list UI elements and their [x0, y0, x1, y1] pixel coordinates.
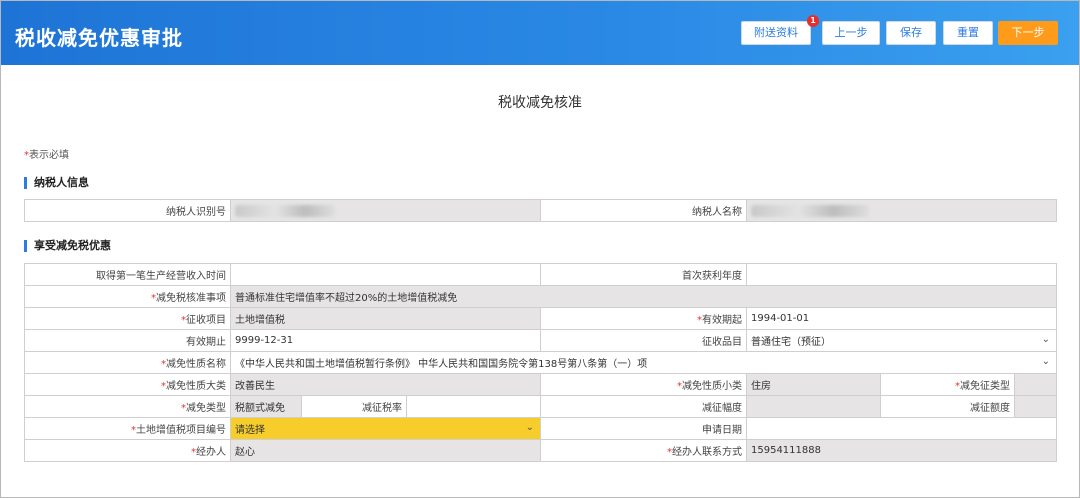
reduced-rate-field[interactable]	[406, 395, 541, 418]
chevron-down-icon: ⌄	[1041, 356, 1050, 367]
section-tax-benefit: 享受减免税优惠	[24, 240, 111, 252]
nature-minor-label: *减免性质小类	[540, 373, 747, 396]
taxpayer-name-label: 纳税人名称	[540, 199, 747, 222]
reduction-amount-label: 减征额度	[880, 395, 1015, 418]
nature-name-select[interactable]: 《中华人民共和国土地增值税暂行条例》 中华人民共和国国务院令第138号第八条第（…	[230, 351, 1057, 374]
next-step-button[interactable]: 下一步	[998, 21, 1058, 45]
reduction-range-field	[746, 395, 881, 418]
approval-item-field: 普通标准住宅增值率不超过20%的土地增值税减免	[230, 285, 1057, 308]
agent-field: 赵心	[230, 439, 541, 462]
reduction-type-field: 税额式减免	[230, 395, 302, 418]
reset-button[interactable]: 重置	[943, 21, 993, 45]
valid-to-field[interactable]: 9999-12-31	[230, 329, 541, 352]
valid-from-label: *有效期起	[540, 307, 747, 330]
taxpayer-table: 纳税人识别号 纳税人名称	[24, 199, 1057, 222]
levy-category-label: 征收品目	[540, 329, 747, 352]
attach-button[interactable]: 附送资料	[741, 21, 811, 45]
taxpayer-name-field	[746, 199, 1057, 222]
project-no-label: *土地增值税项目编号	[24, 417, 231, 440]
first-income-time-field[interactable]	[230, 263, 541, 286]
reduction-range-label: 减征幅度	[540, 395, 747, 418]
reduction-type-label: *减免类型	[24, 395, 231, 418]
agent-phone-label: *经办人联系方式	[540, 439, 747, 462]
levy-item-label: *征收项目	[24, 307, 231, 330]
benefit-table: 取得第一笔生产经营收入时间 首次获利年度 *减免税核准事项 普通标准住宅增值率不…	[24, 263, 1057, 462]
attach-count-badge: 1	[807, 15, 819, 27]
page-title: 税收减免核准	[498, 95, 582, 111]
valid-from-field[interactable]: 1994-01-01	[746, 307, 1057, 330]
taxpayer-id-label: 纳税人识别号	[24, 199, 231, 222]
levy-reduction-type-label: *减免征类型	[880, 373, 1015, 396]
save-button[interactable]: 保存	[886, 21, 936, 45]
nature-major-label: *减免性质大类	[24, 373, 231, 396]
nature-major-field: 改善民生	[230, 373, 541, 396]
apply-date-field[interactable]	[746, 417, 1057, 440]
apply-date-label: 申请日期	[540, 417, 747, 440]
reduction-amount-field	[1014, 395, 1057, 418]
required-note: *表示必填	[24, 150, 69, 161]
agent-label: *经办人	[24, 439, 231, 462]
levy-item-field: 土地增值税	[230, 307, 541, 330]
levy-reduction-type-field	[1014, 373, 1057, 396]
agent-phone-field: 15954111888	[746, 439, 1057, 462]
first-profit-year-label: 首次获利年度	[540, 263, 747, 286]
project-no-select[interactable]: 请选择 ⌄	[230, 417, 541, 440]
nature-name-label: *减免性质名称	[24, 351, 231, 374]
first-profit-year-field[interactable]	[746, 263, 1057, 286]
first-income-time-label: 取得第一笔生产经营收入时间	[24, 263, 231, 286]
reduced-rate-label: 减征税率	[301, 395, 407, 418]
redacted-taxpayer-name	[751, 204, 869, 217]
chevron-down-icon: ⌄	[525, 422, 534, 433]
approval-item-label: *减免税核准事项	[24, 285, 231, 308]
redacted-taxpayer-id	[235, 204, 335, 217]
nature-minor-field: 住房	[746, 373, 881, 396]
levy-category-select[interactable]: 普通住宅（预征） ⌄	[746, 329, 1057, 352]
app-title: 税收减免优惠审批	[15, 26, 183, 50]
taxpayer-id-field	[230, 199, 541, 222]
valid-to-label: 有效期止	[24, 329, 231, 352]
chevron-down-icon: ⌄	[1041, 334, 1050, 345]
prev-step-button[interactable]: 上一步	[822, 21, 880, 45]
section-taxpayer-info: 纳税人信息	[24, 177, 89, 189]
